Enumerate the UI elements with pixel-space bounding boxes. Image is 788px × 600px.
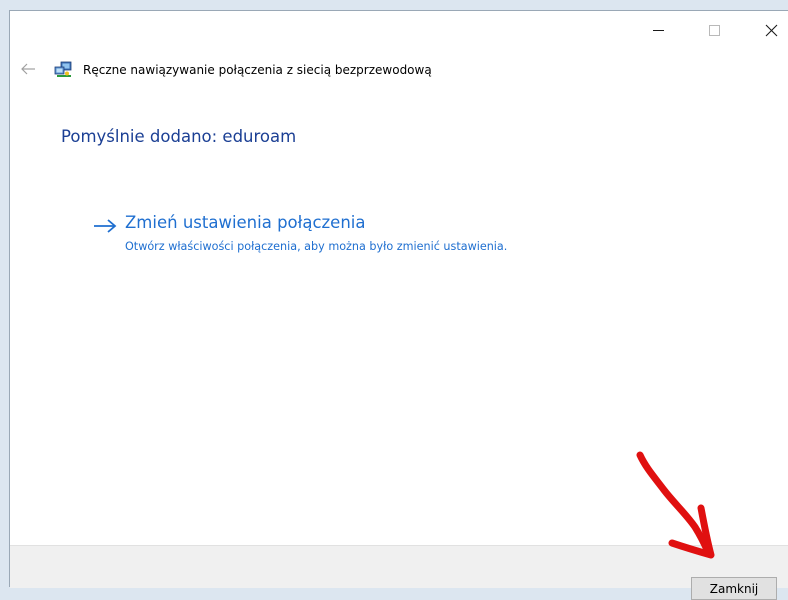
link-title[interactable]: Zmień ustawienia połączenia [125, 213, 365, 232]
maximize-icon [708, 24, 720, 36]
back-arrow-icon[interactable] [20, 61, 36, 77]
close-icon [765, 24, 777, 36]
arrow-right-icon [94, 219, 117, 233]
footer-bar: Zamknij [10, 545, 788, 600]
close-window-button[interactable] [748, 11, 788, 49]
dialog-window: Ręczne nawiązywanie połączenia z siecią … [9, 10, 788, 600]
window-title: Ręczne nawiązywanie połączenia z siecią … [83, 63, 432, 77]
success-message: Pomyślnie dodano: eduroam [61, 127, 297, 146]
minimize-button[interactable] [635, 11, 681, 49]
title-bar [10, 11, 788, 51]
minimize-icon [652, 29, 664, 31]
network-icon [54, 61, 72, 77]
link-description: Otwórz właściwości połączenia, aby można… [125, 240, 508, 253]
close-button[interactable]: Zamknij [691, 577, 777, 600]
navigation-row: Ręczne nawiązywanie połączenia z siecią … [10, 57, 788, 83]
maximize-button[interactable] [691, 11, 737, 49]
